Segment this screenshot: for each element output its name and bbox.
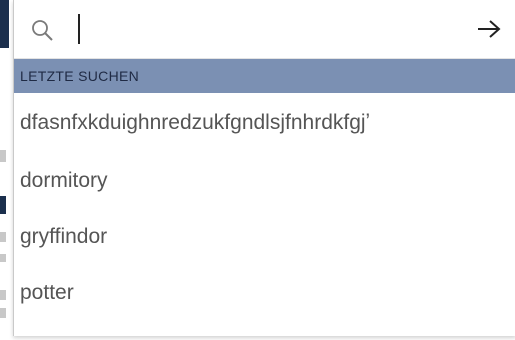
search-input[interactable] <box>76 12 456 44</box>
recent-search-item[interactable]: dfasnfxkduighnredzukfgndlsjfnhrdkfgjʼ <box>14 93 515 153</box>
background-mark <box>0 150 6 162</box>
text-cursor <box>78 14 80 44</box>
search-bar <box>14 0 515 59</box>
recent-searches-header: LETZTE SUCHEN <box>14 59 515 93</box>
recent-searches-list: dfasnfxkduighnredzukfgndlsjfnhrdkfgjʼ do… <box>14 93 515 321</box>
background-mark <box>0 196 6 214</box>
background-page-edge <box>0 0 13 340</box>
background-navy-band <box>0 0 9 48</box>
recent-search-item[interactable]: dormitory <box>14 153 515 209</box>
search-panel: LETZTE SUCHEN dfasnfxkduighnredzukfgndls… <box>13 0 515 336</box>
background-mark <box>0 254 6 262</box>
arrow-right-icon[interactable] <box>476 18 502 40</box>
recent-search-item[interactable]: potter <box>14 265 515 321</box>
recent-search-item[interactable]: gryffindor <box>14 209 515 265</box>
search-icon <box>30 18 54 42</box>
background-mark <box>0 308 6 318</box>
search-dropdown-screen: LETZTE SUCHEN dfasnfxkduighnredzukfgndls… <box>0 0 515 340</box>
background-mark <box>0 290 6 300</box>
background-mark <box>0 232 6 242</box>
